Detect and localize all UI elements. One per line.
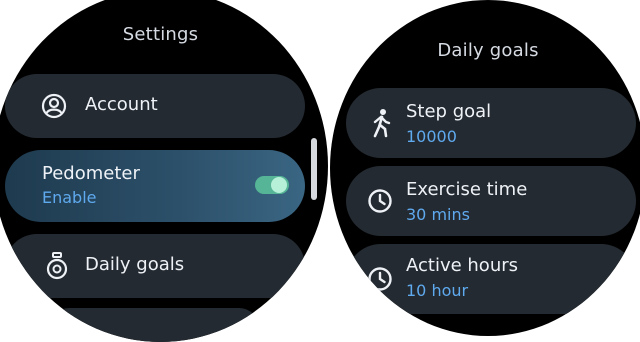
pedometer-item[interactable]: Pedometer Enable — [5, 150, 305, 222]
daily-goals-label: Daily goals — [85, 254, 185, 275]
pedometer-label: Pedometer — [42, 163, 140, 184]
pedometer-toggle[interactable] — [255, 176, 289, 194]
stopwatch-icon — [45, 252, 69, 284]
step-goal-label: Step goal — [406, 101, 492, 122]
active-hours-value: 10 hour — [406, 281, 469, 300]
settings-screen: Settings Account Pedometer Enable Daily … — [0, 0, 328, 342]
next-item-partial[interactable] — [49, 308, 259, 342]
active-hours-label: Active hours — [406, 255, 519, 276]
daily-goals-screen: Daily goals Step goal 10000 Exercise tim… — [330, 0, 640, 336]
account-item[interactable]: Account — [5, 74, 305, 138]
screen-title: Daily goals — [437, 40, 539, 61]
exercise-time-item[interactable]: Exercise time 30 mins — [346, 166, 636, 236]
active-hours-item[interactable]: Active hours 10 hour — [346, 244, 636, 314]
daily-goals-item[interactable]: Daily goals — [5, 234, 305, 298]
walking-person-icon — [370, 108, 392, 142]
account-circle-icon — [41, 93, 67, 123]
exercise-time-label: Exercise time — [406, 179, 528, 200]
screen-title: Settings — [122, 24, 199, 45]
exercise-time-value: 30 mins — [406, 205, 470, 224]
pedometer-status: Enable — [42, 188, 97, 207]
step-goal-item[interactable]: Step goal 10000 — [346, 88, 636, 158]
scroll-indicator[interactable] — [311, 138, 317, 200]
toggle-knob — [271, 177, 287, 193]
step-goal-value: 10000 — [406, 127, 457, 146]
clock-icon — [367, 188, 393, 218]
account-label: Account — [85, 94, 158, 115]
clock-icon — [367, 266, 393, 296]
